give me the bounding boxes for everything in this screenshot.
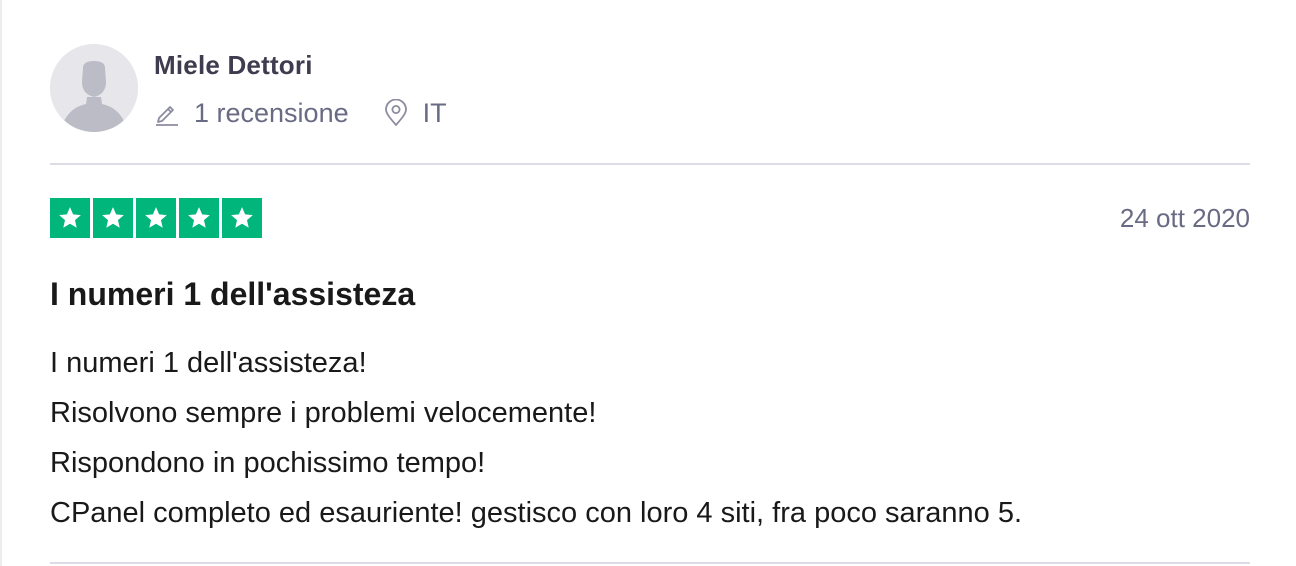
review-body-line: Rispondono in pochissimo tempo! <box>50 447 486 479</box>
reviews-count-label: 1 recensione <box>194 97 349 128</box>
star <box>136 198 176 238</box>
pencil-icon <box>156 106 178 126</box>
star-icon <box>231 207 253 228</box>
divider <box>50 562 1250 564</box>
page-left-border <box>0 0 2 566</box>
divider <box>50 163 1250 165</box>
star-icon <box>59 207 81 228</box>
reviews-count: 1 recensione <box>154 98 349 129</box>
consumer-location: IT <box>383 98 447 129</box>
location-pin-icon <box>384 99 407 126</box>
star-icon <box>188 207 210 228</box>
review-body-line: CPanel completo ed esauriente! gestisco … <box>50 497 1023 529</box>
consumer-meta: 1 recensione IT <box>154 96 447 130</box>
star-icon <box>145 207 167 228</box>
star <box>50 198 90 238</box>
consumer-name[interactable]: Miele Dettori <box>154 50 313 81</box>
star-icon <box>102 207 124 228</box>
review-card: Miele Dettori 1 recensione IT 24 ott 202… <box>50 0 1250 566</box>
review-title[interactable]: I numeri 1 dell'assisteza <box>50 276 415 313</box>
location-label: IT <box>422 97 447 128</box>
review-body-line: I numeri 1 dell'assisteza! <box>50 347 367 379</box>
star <box>222 198 262 238</box>
star-rating <box>50 198 262 238</box>
star <box>179 198 219 238</box>
review-date: 24 ott 2020 <box>1119 203 1250 233</box>
star <box>93 198 133 238</box>
avatar[interactable] <box>50 44 138 132</box>
review-body: I numeri 1 dell'assisteza! Risolvono sem… <box>50 338 1022 538</box>
user-silhouette-icon <box>50 44 138 132</box>
review-body-line: Risolvono sempre i problemi velocemente! <box>50 397 597 429</box>
